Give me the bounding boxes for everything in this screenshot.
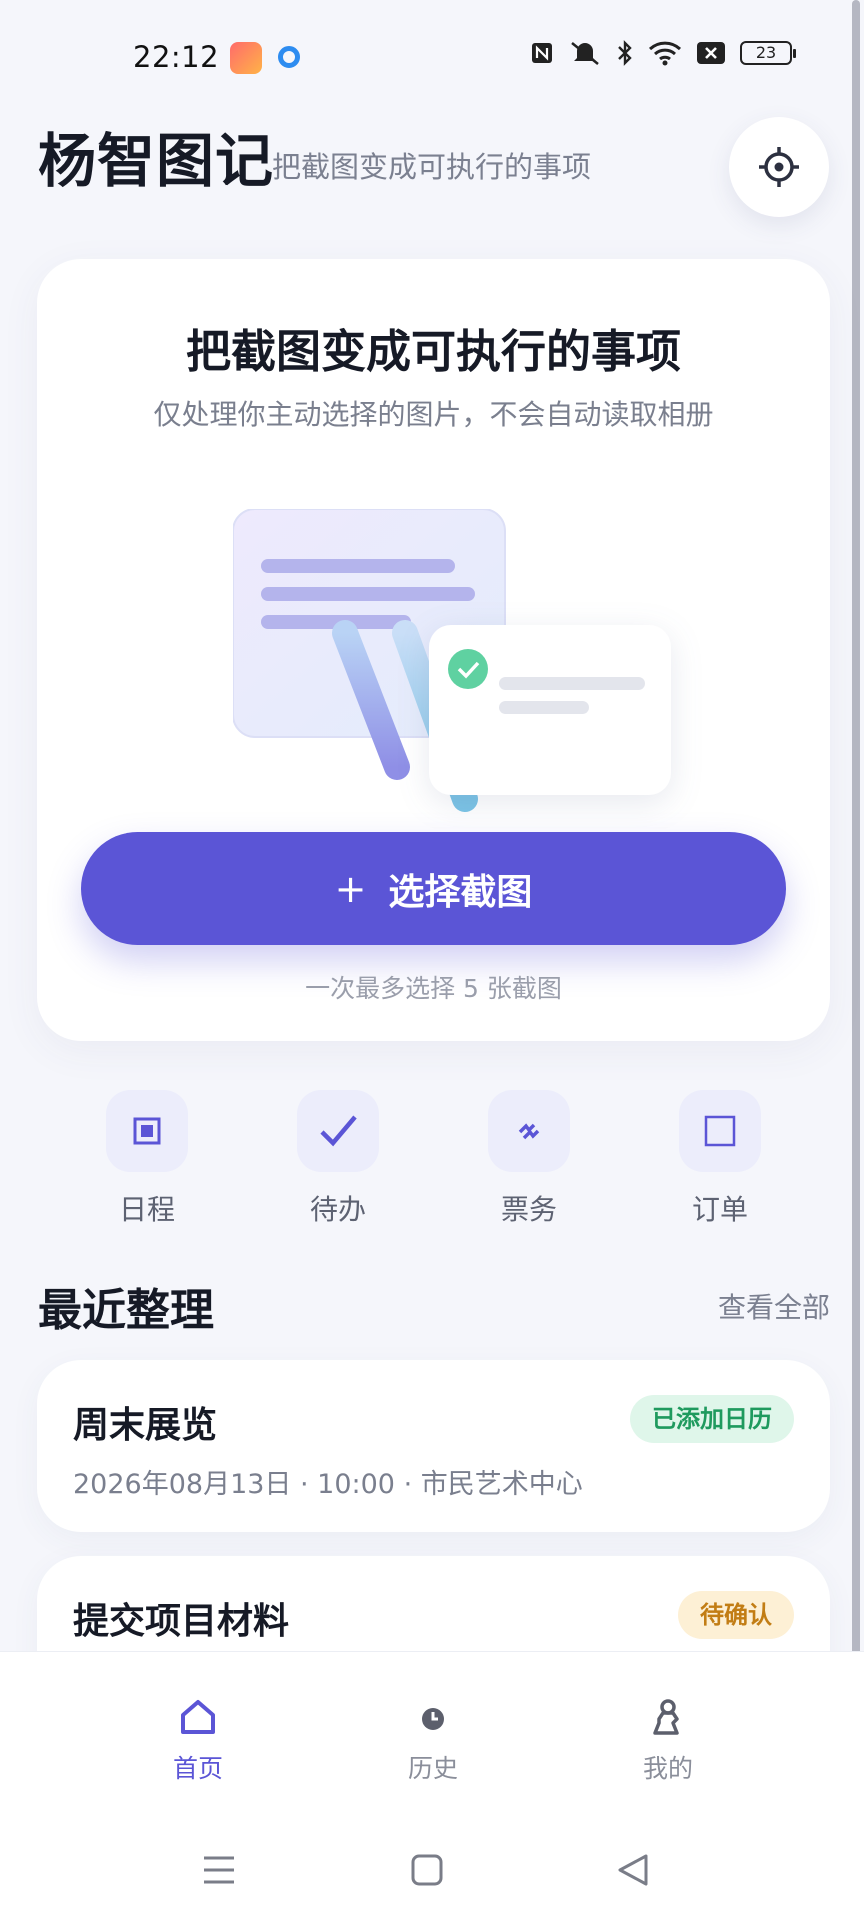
bluetooth-icon (618, 40, 632, 66)
wifi-icon (648, 41, 682, 66)
status-badge: 已添加日历 (630, 1395, 794, 1443)
nav-label: 我的 (642, 1754, 693, 1783)
nfc-icon (532, 43, 552, 63)
app-title: 杨智图记 (38, 127, 275, 195)
settings-button[interactable] (729, 117, 829, 217)
hero-description: 仅处理你主动选择的图片，不会自动读取相册 (153, 398, 714, 431)
home-icon (181, 1700, 215, 1734)
hero-title: 把截图变成可执行的事项 (185, 325, 681, 378)
calendar-icon (133, 1117, 161, 1145)
recent-item-title: 周末展览 (73, 1405, 218, 1446)
system-navigation (0, 1852, 864, 1912)
status-time: 22:12 (133, 40, 220, 74)
category-label: 订单 (691, 1193, 748, 1226)
mute-icon (571, 42, 599, 65)
plus-icon: + (334, 866, 367, 911)
category-shortcuts: 日程 待办 票务 订单 (0, 1090, 864, 1230)
select-screenshot-label: 选择截图 (388, 871, 533, 913)
status-bar: 22:12 23 (0, 0, 864, 116)
nav-profile[interactable]: 我的 (608, 1697, 728, 1785)
category-todo[interactable]: 待办 (278, 1090, 398, 1228)
category-orders[interactable]: 订单 (660, 1090, 780, 1228)
battery-indicator: 23 (740, 41, 796, 65)
recent-item-title: 提交项目材料 (73, 1601, 290, 1642)
status-icons: 23 (530, 40, 796, 66)
bottom-navigation: 首页 历史 我的 (0, 1651, 864, 1920)
category-tickets[interactable]: 票务 (469, 1090, 589, 1228)
profile-icon (653, 1699, 679, 1735)
screenshot-illustration (233, 509, 671, 812)
app-notification-icon (230, 42, 262, 74)
category-label: 票务 (500, 1193, 557, 1226)
recent-section-title: 最近整理 (38, 1285, 214, 1336)
category-schedule[interactable]: 日程 (87, 1090, 207, 1228)
hero-card: 把截图变成可执行的事项 仅处理你主动选择的图片，不会自动读取相册 + 选择截图 (37, 259, 830, 1041)
nav-history[interactable]: 历史 (373, 1697, 493, 1785)
order-icon (704, 1115, 736, 1147)
category-label: 日程 (118, 1193, 175, 1226)
see-all-link[interactable]: 查看全部 (718, 1286, 830, 1326)
select-screenshot-button[interactable]: + 选择截图 (81, 832, 786, 945)
history-icon (422, 1708, 444, 1730)
menu-icon[interactable] (202, 1852, 236, 1888)
sim-off-icon (697, 42, 725, 64)
scrollbar[interactable] (852, 0, 860, 1680)
nav-label: 历史 (407, 1754, 458, 1783)
home-square-icon[interactable] (410, 1852, 444, 1888)
nav-home[interactable]: 首页 (138, 1697, 258, 1785)
category-label: 待办 (309, 1193, 366, 1226)
nav-label: 首页 (172, 1754, 223, 1783)
check-icon (320, 1115, 357, 1147)
recent-item-card[interactable]: 周末展览 2026年08月13日 · 10:00 · 市民艺术中心 已添加日历 (37, 1360, 830, 1532)
status-badge: 待确认 (678, 1591, 794, 1639)
selection-hint: 一次最多选择 5 张截图 (305, 974, 562, 1003)
settings-icon (759, 147, 799, 187)
recent-item-meta: 2026年08月13日 · 10:00 · 市民艺术中心 (73, 1469, 583, 1500)
search-notification-icon (278, 46, 300, 68)
app-subtitle: 把截图变成可执行的事项 (272, 150, 592, 184)
back-icon[interactable] (616, 1852, 650, 1888)
ticket-icon (518, 1123, 540, 1140)
